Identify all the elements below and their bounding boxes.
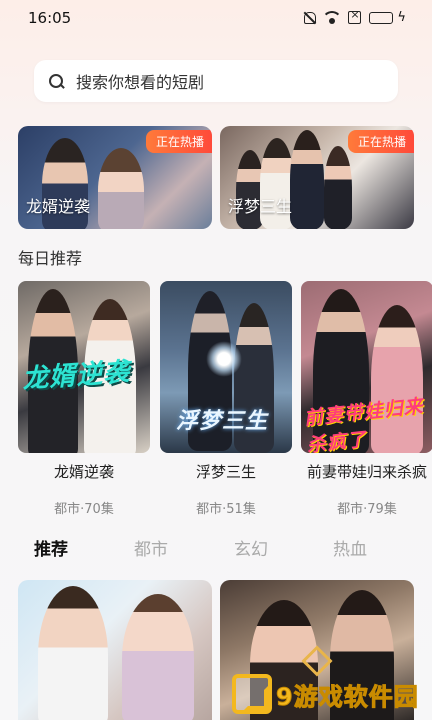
poster-title-art: 浮梦三生	[176, 409, 269, 434]
tab-city[interactable]: 都市	[134, 535, 168, 560]
drama-poster[interactable]: 浮梦三生	[160, 281, 292, 453]
poster-figure	[38, 586, 108, 720]
search-icon	[48, 73, 64, 89]
charging-icon: ϟ	[397, 10, 406, 25]
wifi-icon	[324, 11, 341, 24]
watermark-text: 9游戏软件园	[276, 682, 419, 711]
banner-figure	[290, 130, 324, 229]
mute-icon	[302, 11, 317, 25]
banner-card-fumeng[interactable]: 正在热播 浮梦三生	[220, 126, 414, 229]
drama-meta: 都市·51集	[196, 502, 256, 517]
watermark: 9游戏软件园	[232, 672, 428, 716]
daily-card[interactable]: 前妻带娃归来杀疯了 前妻带娃归来杀疯 都市·79集	[301, 281, 432, 517]
hot-badge: 正在热播	[347, 130, 414, 153]
battery-icon	[369, 11, 394, 24]
section-title-daily: 每日推荐	[18, 249, 83, 268]
banner-card-longxu[interactable]: 正在热播 龙婿逆袭	[18, 126, 212, 229]
daily-card[interactable]: 浮梦三生 浮梦三生 都市·51集	[160, 281, 292, 517]
search-placeholder: 搜索你想看的短剧	[76, 73, 205, 92]
tab-action[interactable]: 热血	[333, 535, 367, 560]
drama-title: 龙婿逆袭	[53, 463, 114, 481]
drama-meta: 都市·79集	[337, 502, 397, 517]
search-bar[interactable]: 搜索你想看的短剧	[34, 60, 398, 102]
poster-title-art: 龙婿逆袭	[21, 357, 132, 395]
daily-card[interactable]: 龙婿逆袭 龙婿逆袭 都市·70集	[18, 281, 150, 517]
drama-title: 前妻带娃归来杀疯	[306, 463, 427, 481]
category-tabs: 推荐 都市 玄幻 热血	[0, 535, 432, 563]
banner-title: 浮梦三生	[228, 197, 293, 216]
drama-poster[interactable]: 前妻带娃归来杀疯了	[301, 281, 432, 453]
tab-recommend[interactable]: 推荐	[34, 535, 68, 560]
sim-off-icon	[348, 8, 362, 24]
tab-fantasy[interactable]: 玄幻	[234, 535, 268, 560]
status-time: 16:05	[28, 9, 72, 27]
banner-figure	[98, 148, 144, 229]
drama-title: 浮梦三生	[195, 463, 256, 481]
watermark-logo-icon	[232, 674, 272, 714]
poster-figure	[122, 594, 194, 720]
drama-poster[interactable]	[18, 580, 212, 720]
status-icons: ϟ	[302, 8, 406, 25]
drama-meta: 都市·70集	[54, 502, 114, 517]
poster-glow	[206, 341, 242, 377]
hot-badge: 正在热播	[145, 130, 212, 153]
banner-title: 龙婿逆袭	[26, 197, 91, 216]
drama-poster[interactable]: 龙婿逆袭	[18, 281, 150, 453]
banner-figure	[324, 146, 352, 229]
status-bar: 16:05 ϟ	[0, 0, 432, 38]
